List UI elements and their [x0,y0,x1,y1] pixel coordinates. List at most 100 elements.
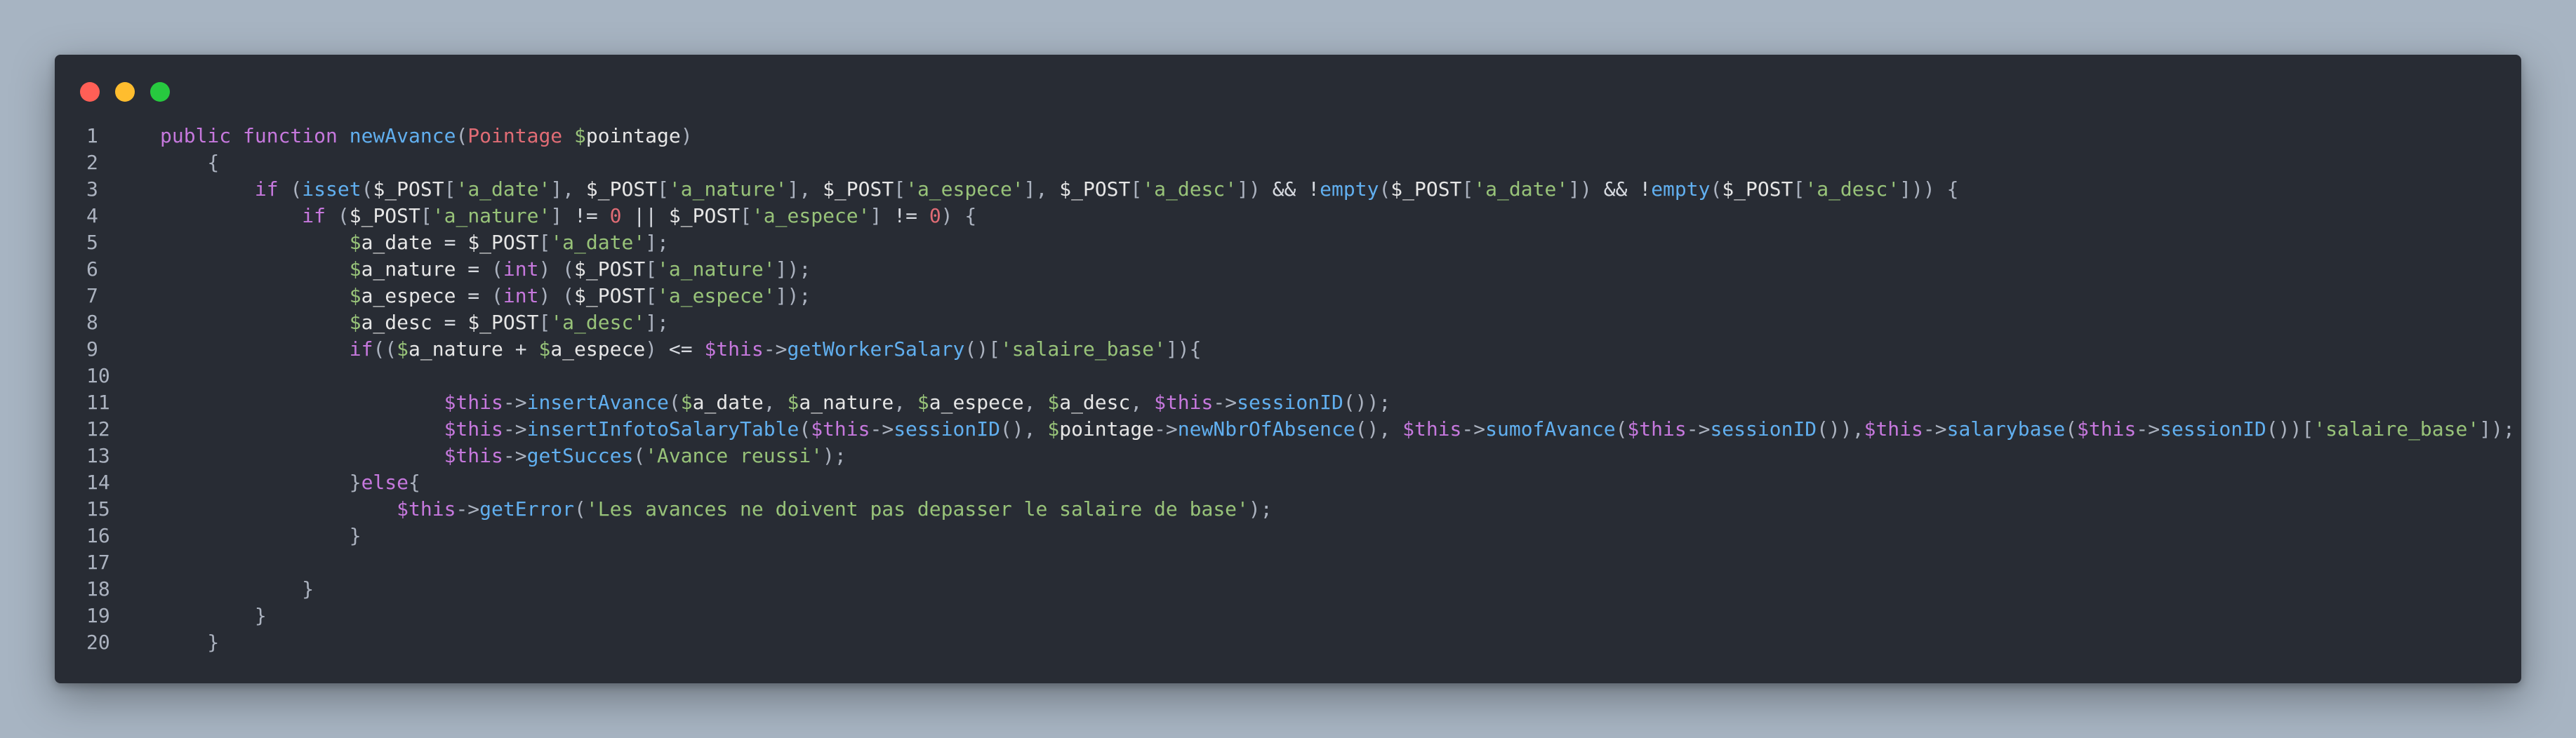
code-token: a_nature [409,337,503,361]
code-token: -> [870,417,894,441]
code-token: ]){ [1165,337,1202,361]
code-line: 17 [55,549,2515,576]
code-token: $_POST [1390,177,1462,201]
close-window-button[interactable] [80,82,100,102]
code-token: ]) [1568,177,1604,201]
code-token: [ [645,257,658,281]
code-token: && ! [1272,177,1320,201]
code-token: $_POST [585,177,658,201]
code-token: , [894,391,917,414]
code-token: ], [1023,177,1060,201]
code-text: if (isset($_POST['a_date'], $_POST['a_na… [160,176,1959,203]
code-token: sessionID [1710,417,1817,441]
code-line: 16 } [55,523,2515,549]
code-token: , [1130,391,1155,414]
code-token: sessionID [1237,391,1343,414]
code-token: ) ( [538,284,575,307]
code-text: if(($a_nature + $a_espece) <= $this->get… [160,336,1202,363]
code-token: $this [1627,417,1687,441]
code-token: sessionID [2160,417,2266,441]
line-number: 14 [86,471,110,494]
code-token: Pointage [467,124,575,147]
code-token: ]; [645,311,669,334]
code-token: empty [1651,177,1711,201]
code-token: ()[ [964,337,1000,361]
code-token: getSucces [526,444,634,467]
code-line: 11 $this->insertAvance($a_date, $a_natur… [55,389,2515,416]
code-token: || [621,204,669,227]
code-token: a_espece [361,284,456,307]
code-token: a_nature [361,257,456,281]
code-token: insertInfotoSalaryTable [526,417,799,441]
code-token: $this [2077,417,2137,441]
line-number: 19 [86,604,110,627]
code-line: 7 $a_espece = (int) ($_POST['a_espece'])… [55,283,2515,309]
code-token: ( [633,444,646,467]
code-token: -> [1923,417,1947,441]
code-token: [ [538,231,551,254]
code-token: -> [763,337,788,361]
code-token: getError [479,497,575,521]
code-token: 'a_date' [550,231,646,254]
code-token: [ [1793,177,1805,201]
line-number: 20 [86,631,110,654]
code-token: [ [444,177,456,201]
line-number: 12 [86,417,110,441]
code-token: $this [160,417,503,441]
code-token: if [160,204,338,227]
code-token: a_date [361,231,432,254]
code-token: $ [680,391,693,414]
code-token: ( [1379,177,1391,201]
code-token: ( [456,124,468,147]
code-text: $a_date = $_POST['a_date']; [160,229,669,256]
code-token: newNbrOfAbsence [1177,417,1355,441]
line-number: 4 [86,204,98,227]
line-number: 1 [86,124,98,147]
code-token: $ [787,391,799,414]
code-token: { [409,471,420,494]
code-token: $_POST [574,284,646,307]
code-token: ()), [1817,417,1864,441]
code-token: $_POST [574,257,646,281]
line-number: 17 [86,551,110,574]
code-token: $_POST [467,311,539,334]
code-token: ); [1248,497,1273,521]
code-block[interactable]: 1 public function newAvance(Pointage $poi… [55,123,2515,656]
code-token: ])) { [1899,177,1959,201]
code-token: if [160,337,373,361]
code-token: [ [538,311,551,334]
code-token: $_POST [823,177,894,201]
code-token: $ [160,284,361,307]
maximize-window-button[interactable] [150,82,170,102]
code-token: $ [1047,391,1060,414]
code-token: a_espece [929,391,1024,414]
code-text: $a_nature = (int) ($_POST['a_nature']); [160,256,811,283]
line-number: 7 [86,284,98,307]
code-token: getWorkerSalary [787,337,965,361]
code-token: 'a_date' [456,177,551,201]
line-number: 10 [86,364,110,387]
code-token: 'salaire_base' [2313,417,2480,441]
code-token: int [503,284,539,307]
code-token: $_POST [1722,177,1793,201]
code-token: { [160,151,220,174]
code-text: } [160,576,314,603]
code-token: ( [668,391,681,414]
code-token: -> [503,417,527,441]
code-token: $this [704,337,764,361]
code-token: ) [645,337,669,361]
code-text: } [160,523,361,549]
code-token: 'Les avances ne doivent pas depasser le … [585,497,1249,521]
code-token: $ [160,311,361,334]
line-number: 15 [86,497,110,521]
code-token: 'a_nature' [657,257,776,281]
code-line: 6 $a_nature = (int) ($_POST['a_nature'])… [55,256,2515,283]
code-token: ]) [1237,177,1273,201]
minimize-window-button[interactable] [115,82,135,102]
code-token: if [160,177,291,201]
line-number: 8 [86,311,98,334]
code-token: else [361,471,409,494]
code-token: $ [397,337,409,361]
code-token: } [160,577,314,601]
code-line: 19 } [55,603,2515,629]
